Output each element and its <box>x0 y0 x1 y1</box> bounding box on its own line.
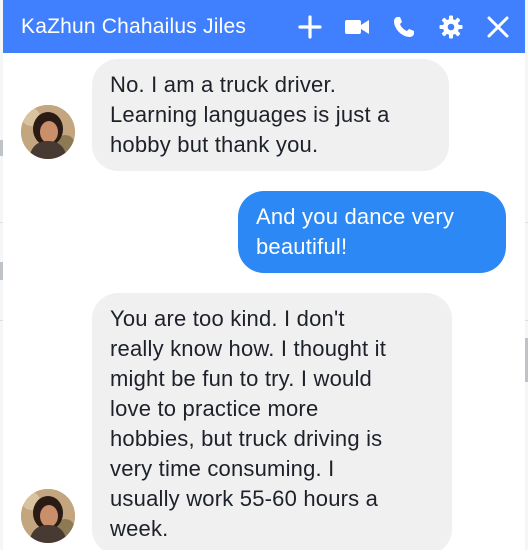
message-line: very time consuming. I <box>110 456 335 481</box>
video-camera-icon[interactable] <box>342 12 372 42</box>
header-actions <box>278 12 513 42</box>
message-line: hobby but thank you. <box>110 132 319 157</box>
outgoing-message-bubble[interactable]: And you dance very beautiful! <box>238 191 506 273</box>
incoming-message-bubble[interactable]: No. I am a truck driver. Learning langua… <box>92 59 449 171</box>
chat-header[interactable]: KaZhun Chahailus Jiles <box>3 0 525 53</box>
message-line: No. I am a truck driver. <box>110 72 337 97</box>
phone-icon[interactable] <box>389 12 419 42</box>
message-line: might be fun to try. I would <box>110 366 372 391</box>
message-list[interactable]: No. I am a truck driver. Learning langua… <box>3 53 525 550</box>
message-line: You are too kind. I don't <box>110 306 345 331</box>
contact-avatar[interactable] <box>21 489 75 543</box>
chat-window: KaZhun Chahailus Jiles No. I am a truck … <box>3 0 525 550</box>
message-line: beautiful! <box>256 234 348 259</box>
message-line: And you dance very <box>256 204 455 229</box>
message-line: week. <box>110 516 169 541</box>
message-line: Learning languages is just a <box>110 102 390 127</box>
contact-avatar[interactable] <box>21 105 75 159</box>
message-line: love to practice more <box>110 396 319 421</box>
message-line: usually work 55-60 hours a <box>110 486 379 511</box>
gear-icon[interactable] <box>436 12 466 42</box>
close-icon[interactable] <box>483 12 513 42</box>
incoming-message-bubble[interactable]: You are too kind. I don't really know ho… <box>92 293 452 550</box>
message-line: really know how. I thought it <box>110 336 387 361</box>
message-line: hobbies, but truck driving is <box>110 426 383 451</box>
plus-icon[interactable] <box>295 12 325 42</box>
chat-title[interactable]: KaZhun Chahailus Jiles <box>21 15 274 39</box>
